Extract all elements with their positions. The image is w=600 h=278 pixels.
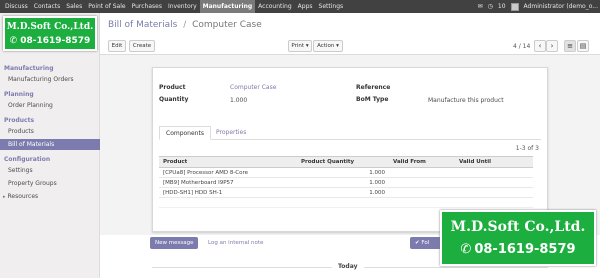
tab-properties[interactable]: Properties bbox=[210, 126, 252, 140]
sidebar-item-resources[interactable]: ▸ Resources bbox=[0, 191, 100, 202]
table-header-row: Product Product Quantity Valid From Vali… bbox=[159, 156, 533, 168]
menu-manufacturing[interactable]: Manufacturing bbox=[199, 0, 256, 13]
tab-components[interactable]: Components bbox=[159, 126, 211, 140]
menu-point-of-sale[interactable]: Point of Sale bbox=[85, 0, 128, 13]
sidebar-item-settings[interactable]: Settings bbox=[0, 165, 100, 176]
cell-quantity: 1.000 bbox=[297, 177, 389, 188]
avatar[interactable] bbox=[510, 2, 519, 11]
table-row[interactable]: [MB9] Motherboard I9P57 1.000 bbox=[159, 177, 533, 188]
clock-icon[interactable]: ◷ bbox=[488, 3, 493, 10]
breadcrumb-separator: / bbox=[183, 20, 187, 30]
menu-inventory[interactable]: Inventory bbox=[165, 0, 200, 13]
comment-icon[interactable]: ✉ bbox=[478, 3, 483, 10]
menu-accounting[interactable]: Accounting bbox=[255, 0, 295, 13]
company-logo-large: M.D.Soft Co.,Ltd. ✆ 08-1619-8579 bbox=[440, 210, 596, 266]
sidebar: Manufacturing Manufacturing Orders Plann… bbox=[0, 13, 100, 278]
today-label: Today bbox=[332, 263, 364, 270]
cell-valid-until bbox=[455, 187, 533, 198]
pager-value[interactable]: 4 / 14 bbox=[513, 43, 530, 50]
column-product[interactable]: Product bbox=[159, 156, 297, 168]
caret-down-icon: ▾ bbox=[336, 43, 339, 49]
phone-icon: ✆ bbox=[9, 36, 18, 46]
cell-valid-until bbox=[455, 167, 533, 178]
sidebar-item-label: Resources bbox=[7, 193, 39, 200]
column-valid-from[interactable]: Valid From bbox=[389, 156, 455, 168]
sidebar-item-bill-of-materials[interactable]: Bill of Materials bbox=[0, 139, 100, 150]
cell-valid-until bbox=[455, 177, 533, 188]
table-row[interactable]: [HDD-SH1] HDD SH-1 1.000 bbox=[159, 187, 533, 198]
sidebar-section-configuration: Configuration bbox=[4, 156, 51, 163]
sidebar-section-manufacturing: Manufacturing bbox=[4, 65, 54, 72]
cell-product: [CPUa8] Processor AMD 8-Core bbox=[159, 167, 297, 178]
company-name: M.D.Soft Co.,Ltd. bbox=[450, 219, 586, 235]
product-field[interactable]: Computer Case bbox=[230, 84, 276, 91]
form-tabs: Components Properties bbox=[159, 126, 541, 140]
notification-count[interactable]: 10 bbox=[498, 3, 506, 10]
cell-product: [HDD-SH1] HDD SH-1 bbox=[159, 187, 297, 198]
top-menu: Discuss Contacts Sales Point of Sale Pur… bbox=[0, 0, 346, 13]
list-view-icon[interactable]: ≡ bbox=[564, 40, 576, 52]
cell-product: [MB9] Motherboard I9P57 bbox=[159, 177, 297, 188]
quantity-label: Quantity bbox=[159, 96, 189, 103]
company-phone-line: ✆ 08-1619-8579 bbox=[5, 36, 95, 46]
log-note-link[interactable]: Log an internal note bbox=[203, 237, 268, 249]
menu-settings[interactable]: Settings bbox=[316, 0, 347, 13]
create-button[interactable]: Create bbox=[129, 40, 155, 52]
cell-valid-from bbox=[389, 187, 455, 198]
column-product-quantity[interactable]: Product Quantity bbox=[297, 156, 389, 168]
breadcrumb-current: Computer Case bbox=[192, 20, 262, 30]
components-table: Product Product Quantity Valid From Vali… bbox=[159, 156, 533, 208]
column-valid-until[interactable]: Valid Until bbox=[455, 156, 533, 168]
action-dropdown[interactable]: Action ▾ bbox=[313, 40, 343, 52]
menu-apps[interactable]: Apps bbox=[295, 0, 316, 13]
company-phone-line: ✆ 08-1619-8579 bbox=[442, 242, 594, 257]
action-label: Action bbox=[317, 43, 335, 49]
bom-type-field[interactable]: Manufacture this product bbox=[428, 97, 504, 104]
reference-label: Reference bbox=[356, 84, 391, 91]
cell-valid-from bbox=[389, 177, 455, 188]
sidebar-item-manufacturing-orders[interactable]: Manufacturing Orders bbox=[0, 74, 100, 85]
company-name: M.D.Soft Co.,Ltd. bbox=[6, 22, 94, 32]
print-dropdown[interactable]: Print ▾ bbox=[288, 40, 312, 52]
menu-contacts[interactable]: Contacts bbox=[31, 0, 63, 13]
chevron-left-icon[interactable]: ‹ bbox=[534, 40, 546, 52]
print-label: Print bbox=[291, 43, 305, 49]
sidebar-item-property-groups[interactable]: Property Groups bbox=[0, 178, 100, 189]
company-phone: 08-1619-8579 bbox=[20, 36, 91, 46]
topbar-right: ✉ ◷ 10 Administrator (demo_o... bbox=[478, 0, 598, 13]
breadcrumb: Bill of Materials / Computer Case bbox=[108, 20, 262, 30]
new-message-button[interactable]: New message bbox=[150, 237, 199, 249]
cell-valid-from bbox=[389, 167, 455, 178]
record-count: 1-3 of 3 bbox=[515, 145, 539, 152]
follow-label: Fol bbox=[421, 240, 430, 246]
sidebar-section-planning: Planning bbox=[4, 91, 34, 98]
chevron-right-icon[interactable]: › bbox=[546, 40, 558, 52]
sidebar-section-products: Products bbox=[4, 117, 35, 124]
product-label: Product bbox=[159, 84, 186, 91]
top-navbar: Discuss Contacts Sales Point of Sale Pur… bbox=[0, 0, 600, 13]
menu-purchases[interactable]: Purchases bbox=[129, 0, 165, 13]
phone-icon: ✆ bbox=[460, 242, 472, 257]
check-icon: ✔ bbox=[415, 240, 420, 246]
menu-sales[interactable]: Sales bbox=[63, 0, 85, 13]
menu-discuss[interactable]: Discuss bbox=[2, 0, 31, 13]
breadcrumb-parent[interactable]: Bill of Materials bbox=[108, 20, 177, 30]
user-menu[interactable]: Administrator (demo_o... bbox=[524, 3, 598, 10]
sidebar-item-order-planning[interactable]: Order Planning bbox=[0, 100, 100, 111]
cell-quantity: 1.000 bbox=[297, 187, 389, 198]
form-sheet: Product Computer Case Quantity 1.000 Ref… bbox=[152, 67, 548, 232]
edit-button[interactable]: Edit bbox=[108, 40, 126, 52]
quantity-field[interactable]: 1.000 bbox=[230, 97, 247, 104]
empty-row bbox=[159, 197, 533, 208]
bom-type-label: BoM Type bbox=[356, 96, 389, 103]
cell-quantity: 1.000 bbox=[297, 167, 389, 178]
sidebar-item-products[interactable]: Products bbox=[0, 126, 100, 137]
caret-down-icon: ▾ bbox=[305, 43, 309, 49]
caret-right-icon: ▸ bbox=[3, 194, 6, 200]
company-logo: M.D.Soft Co.,Ltd. ✆ 08-1619-8579 bbox=[3, 16, 97, 51]
form-view-icon[interactable]: ▤ bbox=[577, 40, 589, 52]
table-row[interactable]: [CPUa8] Processor AMD 8-Core 1.000 bbox=[159, 167, 533, 178]
company-phone: 08-1619-8579 bbox=[474, 242, 576, 257]
